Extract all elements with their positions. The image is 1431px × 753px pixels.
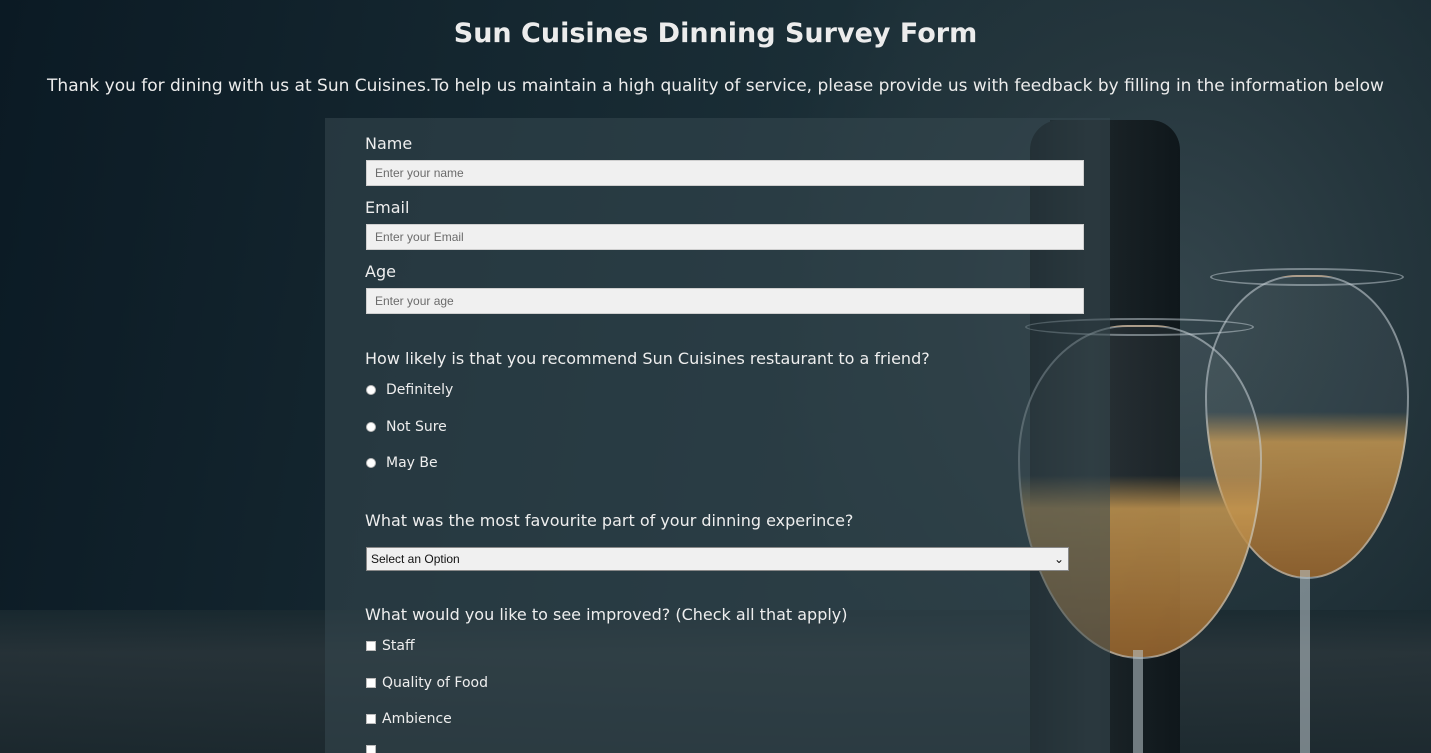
wine-glass-front-stem: [1133, 650, 1143, 753]
improve-question: What would you like to see improved? (Ch…: [365, 605, 848, 624]
email-input[interactable]: [366, 224, 1084, 250]
checkbox-option-partial[interactable]: [366, 745, 382, 753]
page-title: Sun Cuisines Dinning Survey Form: [453, 18, 978, 49]
survey-form-panel: [325, 118, 1110, 753]
radio-label: Definitely: [386, 382, 454, 398]
radio-label: Not Sure: [386, 419, 447, 435]
checkbox[interactable]: [366, 745, 376, 753]
radio-button[interactable]: [366, 385, 376, 395]
name-input[interactable]: [366, 160, 1084, 186]
checkbox-option-ambience[interactable]: Ambience: [366, 711, 452, 727]
wine-glass-back-stem: [1300, 570, 1310, 753]
favourite-question: What was the most favourite part of your…: [365, 511, 854, 530]
page-description: Thank you for dining with us at Sun Cuis…: [47, 76, 1384, 96]
checkbox[interactable]: [366, 714, 376, 724]
checkbox-option-staff[interactable]: Staff: [366, 638, 415, 654]
name-label: Name: [365, 134, 413, 153]
radio-button[interactable]: [366, 422, 376, 432]
wine-glass-back-rim: [1210, 268, 1404, 286]
favourite-select[interactable]: Select an Option ⌄: [366, 547, 1069, 571]
checkbox[interactable]: [366, 641, 376, 651]
radio-option-may-be[interactable]: May Be: [366, 455, 438, 471]
checkbox-label: Ambience: [382, 711, 452, 727]
checkbox-option-quality-of-food[interactable]: Quality of Food: [366, 675, 488, 691]
radio-option-not-sure[interactable]: Not Sure: [366, 419, 447, 435]
checkbox[interactable]: [366, 678, 376, 688]
chevron-down-icon: ⌄: [1053, 552, 1064, 566]
age-label: Age: [365, 262, 396, 281]
age-input[interactable]: [366, 288, 1084, 314]
select-value: Select an Option: [371, 552, 460, 566]
radio-label: May Be: [386, 455, 438, 471]
radio-option-definitely[interactable]: Definitely: [366, 382, 453, 398]
email-label: Email: [365, 198, 410, 217]
recommend-question: How likely is that you recommend Sun Cui…: [365, 349, 930, 368]
checkbox-label: Quality of Food: [382, 675, 488, 691]
radio-button[interactable]: [366, 458, 376, 468]
checkbox-label: Staff: [382, 638, 415, 654]
